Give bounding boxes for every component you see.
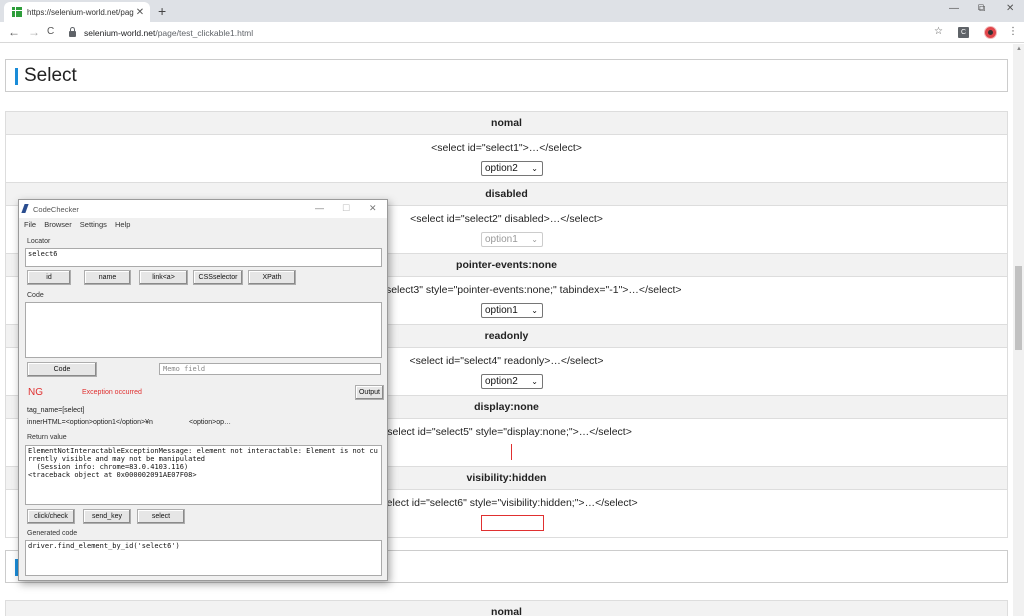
id-button[interactable]: id	[27, 270, 71, 285]
page-scrollbar[interactable]: ▲	[1013, 44, 1024, 616]
generated-code-textarea[interactable]: driver.find_element_by_id('select6')	[25, 540, 382, 576]
window-title: CodeChecker	[33, 205, 79, 214]
address-bar[interactable]: selenium-world.net/page/test_clickable1.…	[62, 24, 948, 41]
browser-tab[interactable]: https://selenium-world.net/page ✕	[4, 2, 150, 22]
menu-browser[interactable]: Browser	[44, 220, 72, 229]
maximize-button[interactable]: ☐	[342, 203, 350, 214]
codechecker-menubar: File Browser Settings Help	[24, 220, 136, 229]
return-value-textarea[interactable]: ElementNotInteractableExceptionMessage: …	[25, 445, 382, 505]
selected-value: option1	[485, 234, 518, 245]
memo-field[interactable]: Memo field	[159, 363, 381, 375]
section-header: Select	[5, 59, 1008, 92]
codechecker-window: CodeChecker — ☐ ✕ File Browser Settings …	[18, 199, 388, 581]
link-button[interactable]: link<a>	[139, 270, 188, 285]
section-accent-bar	[15, 68, 18, 85]
menu-file[interactable]: File	[24, 220, 36, 229]
inner-html-continued: <option>op…	[189, 419, 232, 426]
selected-value: option2	[485, 376, 518, 387]
select1-dropdown[interactable]: option2 ⌄	[481, 161, 543, 176]
click-check-button[interactable]: click/check	[27, 509, 75, 524]
chevron-down-icon: ⌄	[531, 377, 538, 386]
select2-dropdown: option1 ⌄	[481, 232, 543, 247]
chevron-down-icon: ⌄	[531, 306, 538, 315]
feather-icon	[21, 204, 29, 213]
highlight-box	[481, 515, 544, 531]
xpath-button[interactable]: XPath	[248, 270, 296, 285]
select-button[interactable]: select	[137, 509, 185, 524]
locator-input[interactable]: select6	[25, 248, 382, 267]
row-header-nomal-2: nomal	[6, 600, 1007, 616]
locator-label: Locator	[27, 238, 51, 245]
chevron-down-icon: ⌄	[531, 235, 538, 244]
selected-value: option1	[485, 305, 518, 316]
inner-html-info: innerHTML=<option>option1</option>¥n	[27, 419, 153, 426]
window-minimize-button[interactable]: —	[949, 3, 959, 14]
section-title: Select	[24, 65, 77, 86]
site-favicon-icon	[12, 7, 22, 17]
bookmark-star-icon[interactable]: ☆	[934, 26, 943, 37]
new-tab-button[interactable]: +	[158, 3, 166, 19]
highlight-marker	[511, 444, 512, 460]
tag-name-info: tag_name=[select]	[27, 407, 85, 414]
code-textarea[interactable]	[25, 302, 382, 358]
generated-code-label: Generated code	[27, 530, 78, 537]
browser-toolbar: ← → C selenium-world.net/page/test_click…	[0, 22, 1024, 43]
scroll-up-arrow-icon[interactable]: ▲	[1016, 46, 1022, 52]
next-table: nomal	[5, 600, 1008, 616]
codechecker-titlebar[interactable]: CodeChecker — ☐ ✕	[19, 200, 387, 218]
scrollbar-thumb[interactable]	[1015, 266, 1022, 350]
profile-avatar[interactable]	[984, 26, 997, 39]
return-value-label: Return value	[27, 434, 67, 441]
browser-tab-strip: https://selenium-world.net/page ✕ + — ⧉ …	[0, 0, 1024, 22]
select4-dropdown[interactable]: option2 ⌄	[481, 374, 543, 389]
name-button[interactable]: name	[84, 270, 131, 285]
reload-button[interactable]: C	[47, 26, 54, 37]
url-path: /page/test_clickable1.html	[155, 27, 254, 38]
send-key-button[interactable]: send_key	[83, 509, 131, 524]
code-snippet: <select id="select1">…</select>	[431, 142, 582, 154]
tab-close-icon[interactable]: ✕	[134, 7, 146, 18]
url-host: selenium-world.net	[84, 27, 156, 38]
close-button[interactable]: ✕	[369, 203, 377, 214]
back-button[interactable]: ←	[8, 25, 20, 39]
status-ng: NG	[28, 387, 43, 398]
extension-icon[interactable]: C	[958, 27, 969, 38]
tab-title: https://selenium-world.net/page	[27, 7, 134, 17]
menu-settings[interactable]: Settings	[80, 220, 107, 229]
minimize-button[interactable]: —	[315, 203, 324, 213]
window-close-button[interactable]: ✕	[1006, 3, 1014, 14]
window-restore-button[interactable]: ⧉	[978, 3, 985, 14]
chevron-down-icon: ⌄	[531, 164, 538, 173]
code-label: Code	[27, 292, 44, 299]
code-button[interactable]: Code	[27, 362, 97, 377]
row-nomal: <select id="select1">…</select> option2 ⌄	[6, 134, 1007, 182]
row-header-nomal: nomal	[6, 111, 1007, 134]
lock-icon	[69, 27, 76, 37]
selected-value: option2	[485, 163, 518, 174]
browser-menu-icon[interactable]: ⋮	[1008, 26, 1018, 37]
select3-dropdown[interactable]: option1 ⌄	[481, 303, 543, 318]
output-button[interactable]: Output	[355, 385, 384, 400]
menu-help[interactable]: Help	[115, 220, 130, 229]
status-message: Exception occurred	[82, 389, 142, 396]
forward-button[interactable]: →	[28, 25, 40, 39]
css-selector-button[interactable]: CSSselector	[193, 270, 243, 285]
